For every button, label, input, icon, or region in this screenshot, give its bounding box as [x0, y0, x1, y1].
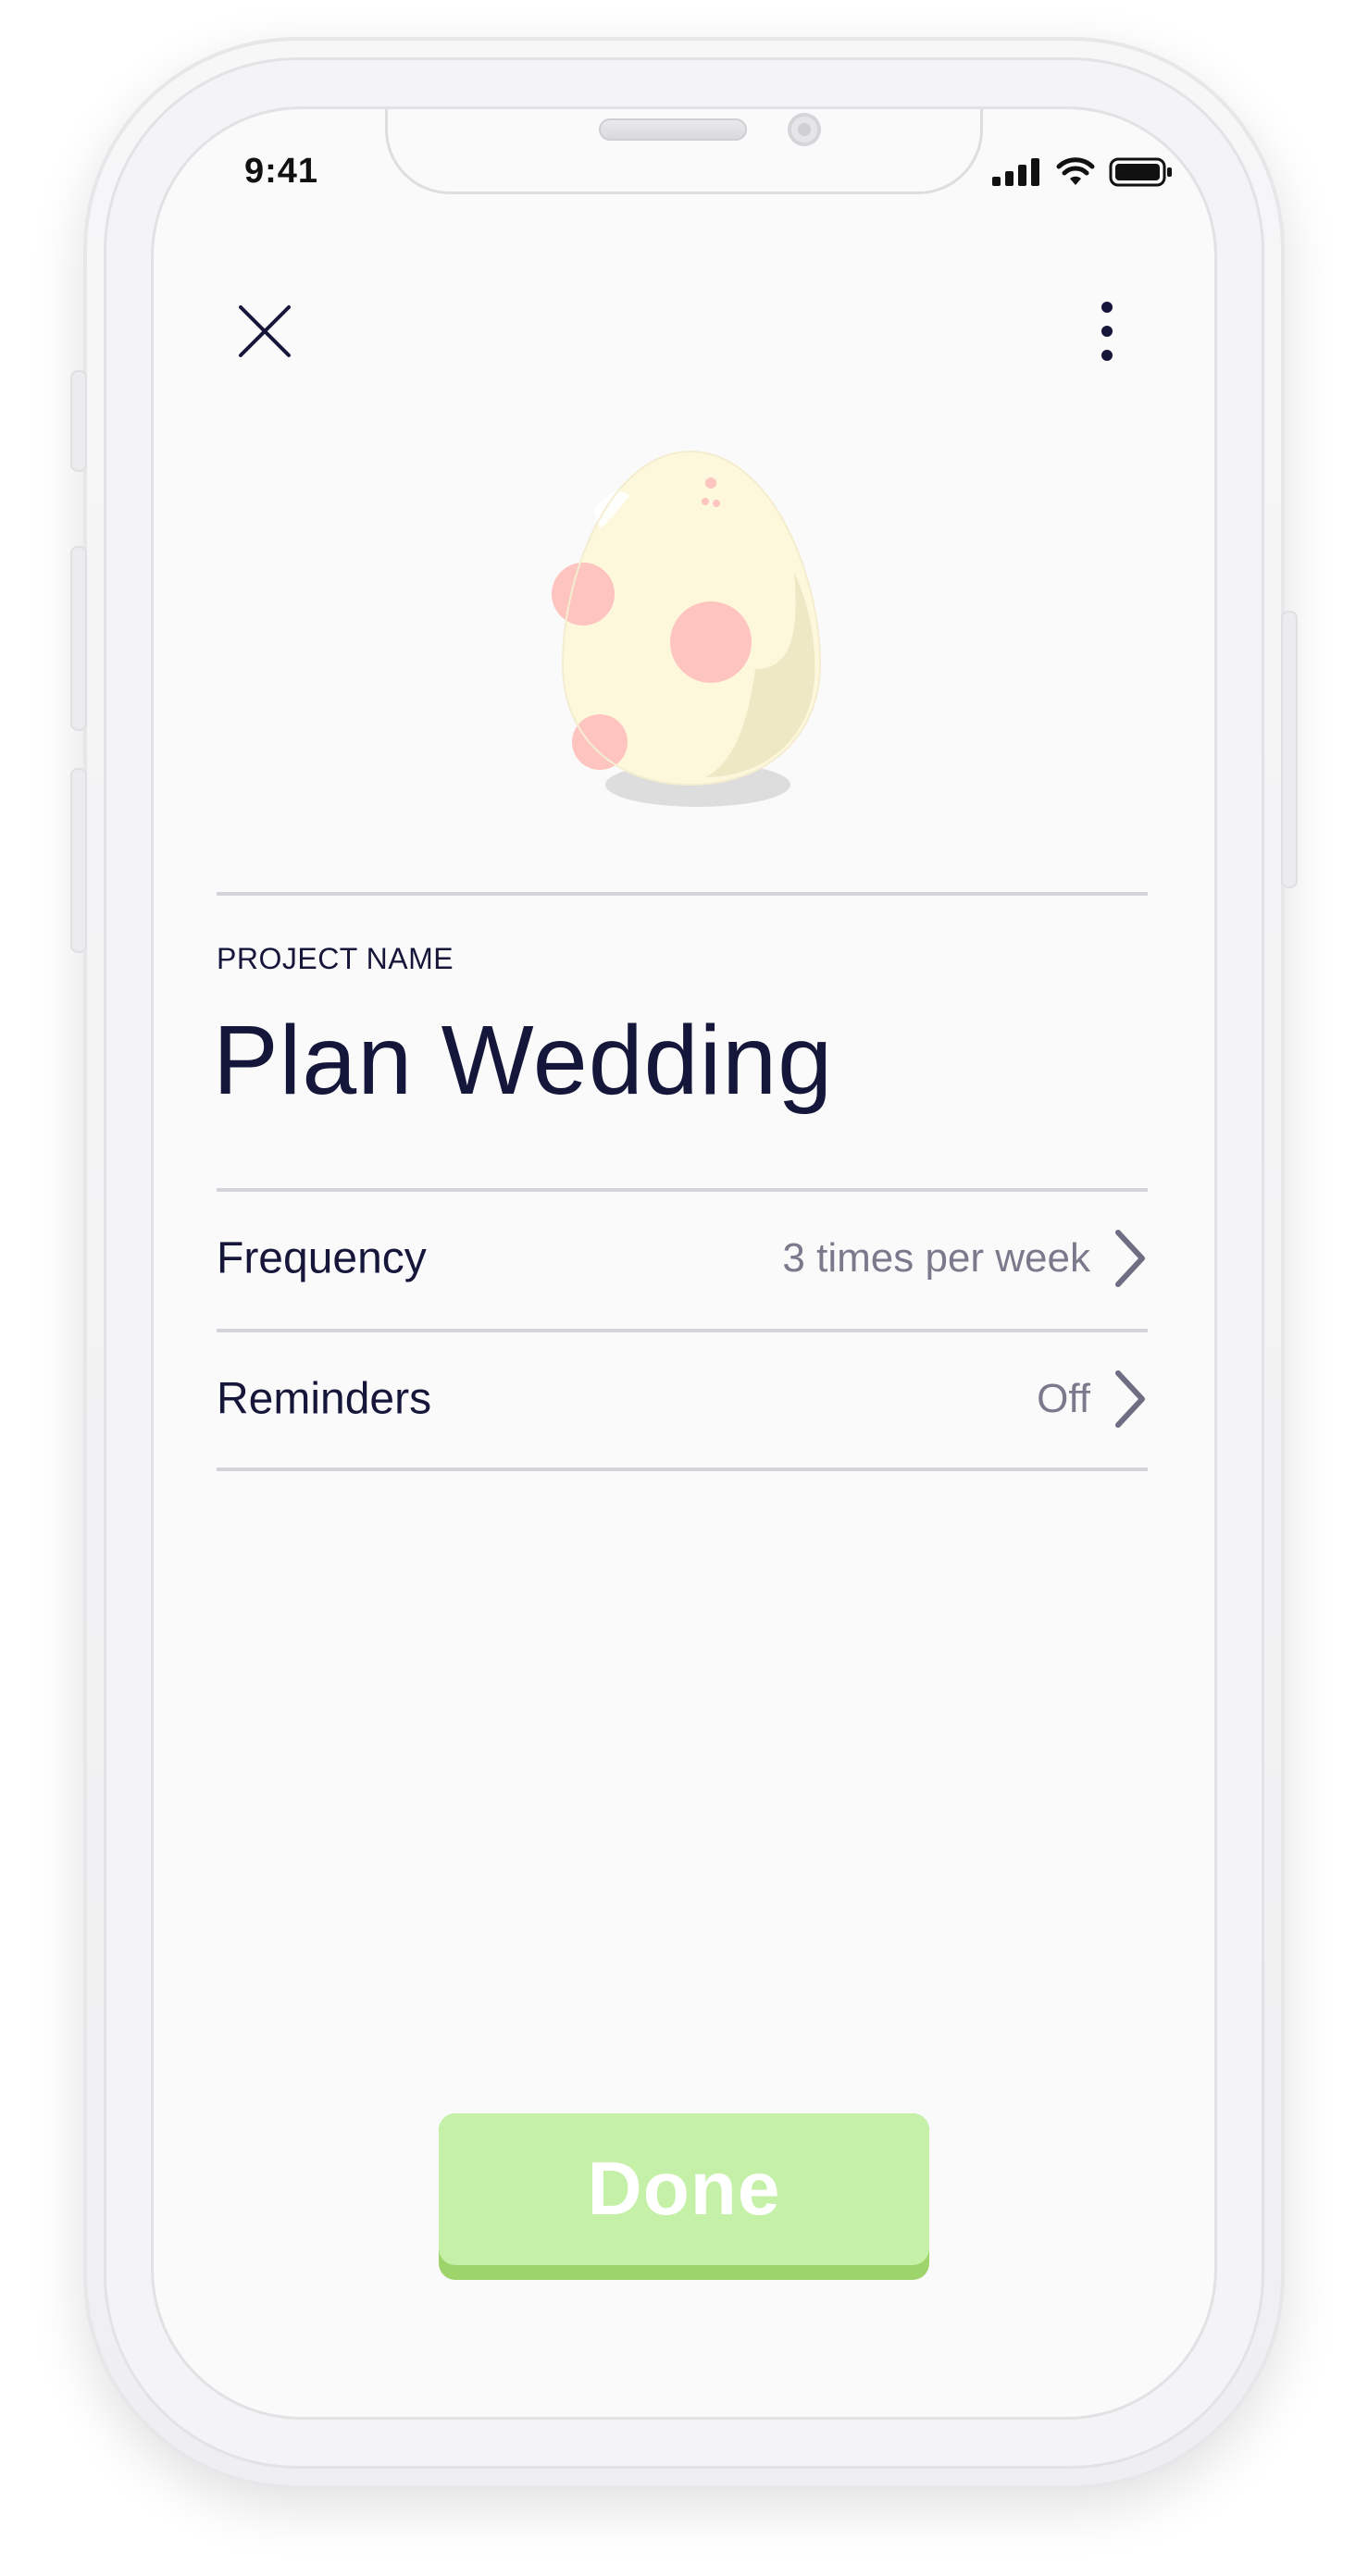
- divider-bottom: [217, 1468, 1148, 1471]
- project-name-label: PROJECT NAME: [217, 942, 454, 975]
- chevron-right-icon: [1115, 1230, 1145, 1287]
- phone-mockup: 9:41 PROJECT NAME Plan Wedding Frequency…: [0, 0, 1368, 2576]
- status-time: 9:41: [244, 152, 319, 191]
- done-button[interactable]: Done: [439, 2113, 929, 2280]
- power-button: [1281, 611, 1298, 888]
- divider-top: [217, 892, 1148, 896]
- egg-illustration: [552, 450, 822, 807]
- close-icon[interactable]: [237, 303, 292, 359]
- chevron-right-icon: [1115, 1370, 1145, 1428]
- frequency-label: Frequency: [217, 1233, 427, 1283]
- done-button-label: Done: [439, 2113, 929, 2265]
- wifi-icon: [1056, 157, 1095, 185]
- settings-row-reminders[interactable]: Reminders Off: [217, 1331, 1148, 1468]
- front-camera: [788, 113, 821, 146]
- reminders-value: Off: [1037, 1376, 1090, 1421]
- status-icons: [992, 157, 1174, 187]
- volume-down-button: [70, 768, 87, 953]
- more-vertical-icon[interactable]: [1098, 300, 1116, 363]
- cellular-signal-icon: [992, 158, 1039, 186]
- project-name[interactable]: Plan Wedding: [213, 1005, 833, 1117]
- settings-row-frequency[interactable]: Frequency 3 times per week: [217, 1190, 1148, 1327]
- notch: [385, 109, 983, 194]
- silent-switch: [70, 370, 87, 472]
- frequency-value: 3 times per week: [782, 1235, 1090, 1281]
- speaker-grille: [599, 118, 747, 141]
- reminders-label: Reminders: [217, 1374, 432, 1424]
- volume-up-button: [70, 546, 87, 731]
- battery-icon: [1109, 157, 1172, 187]
- app-screen: 9:41 PROJECT NAME Plan Wedding Frequency…: [154, 109, 1214, 2417]
